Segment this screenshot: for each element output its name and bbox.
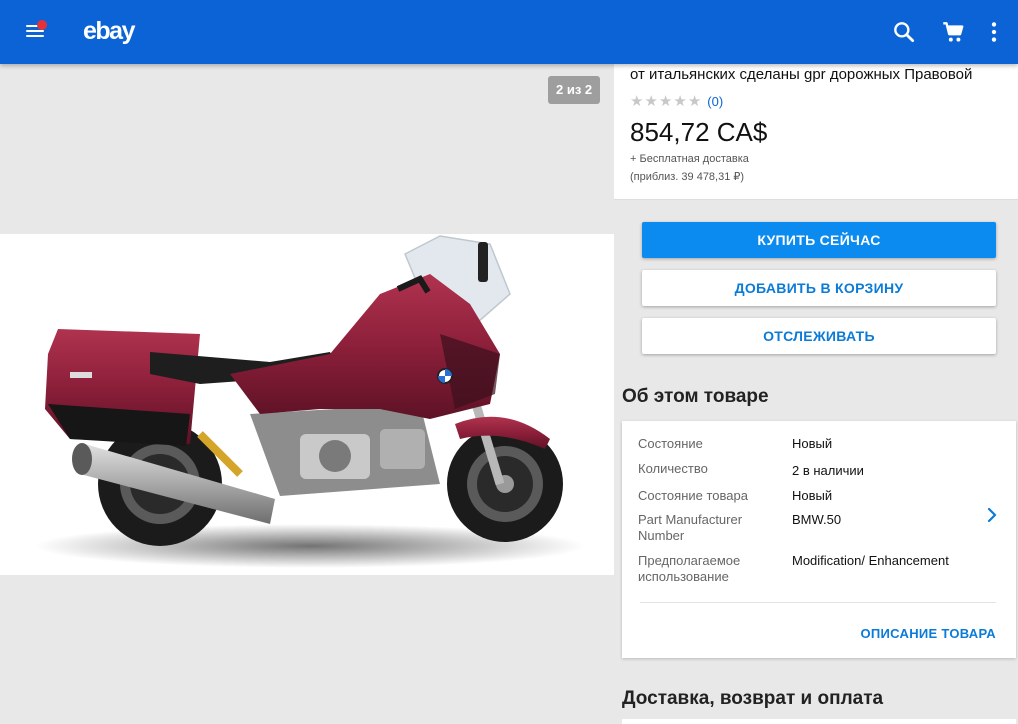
chevron-right-icon[interactable] — [984, 505, 1000, 525]
app-bar: ebay — [0, 0, 1018, 64]
spec-value: Новый — [792, 488, 833, 503]
image-gallery[interactable]: 2 из 2 — [0, 64, 614, 724]
delivery-card[interactable] — [622, 719, 1016, 724]
spec-value: BMW.50 — [792, 512, 842, 527]
spec-label: Part Manufacturer Number — [638, 512, 743, 543]
spec-label: Состояние — [638, 436, 703, 451]
more-vert-icon[interactable] — [981, 19, 1007, 45]
add-to-cart-button[interactable]: ДОБАВИТЬ В КОРЗИНУ — [642, 270, 996, 306]
notification-dot — [37, 20, 47, 30]
price: 854,72 CA$ — [630, 117, 768, 147]
product-image[interactable] — [0, 234, 614, 575]
approx-price: (приблиз. 39 478,31 ₽) — [630, 171, 745, 183]
image-counter: 2 из 2 — [548, 76, 601, 104]
ebay-logo[interactable]: ebay — [83, 17, 135, 46]
spec-value: 2 в наличии — [792, 463, 864, 478]
star-icon: ★ — [687, 93, 702, 110]
spec-value: Modification/ Enhancement — [792, 553, 949, 568]
rating-count[interactable]: (0) — [707, 94, 723, 109]
about-heading: Об этом товаре — [622, 386, 769, 407]
listing-title: от итальянских сделаны gpr дорожных Прав… — [630, 66, 973, 83]
buy-now-button[interactable]: КУПИТЬ СЕЙЧАС — [642, 222, 996, 258]
about-card[interactable]: Состояние Новый Количество 2 в наличии С… — [622, 421, 1016, 658]
spec-label: Предполагаемое использование — [638, 553, 741, 584]
divider — [640, 602, 996, 603]
star-icon: ★ — [658, 93, 673, 110]
item-description-link[interactable]: ОПИСАНИЕ ТОВАРА — [860, 626, 996, 641]
star-icon: ★ — [630, 93, 644, 110]
spec-label: Количество — [638, 461, 708, 476]
star-icon: ★ — [673, 93, 687, 110]
delivery-heading: Доставка, возврат и оплата — [622, 688, 884, 709]
star-icon: ★ — [644, 93, 658, 110]
listing-summary: от итальянских сделаны gpr дорожных Прав… — [614, 64, 1018, 200]
rating[interactable]: ★ ★ ★ ★ ★ (0) — [630, 92, 723, 110]
search-icon[interactable] — [891, 19, 917, 45]
shipping-info: + Бесплатная доставка — [630, 153, 749, 165]
motorcycle-illustration — [35, 235, 585, 568]
cart-icon[interactable] — [940, 19, 966, 45]
menu-button[interactable] — [22, 18, 50, 46]
watch-button[interactable]: ОТСЛЕЖИВАТЬ — [642, 318, 996, 354]
spec-value: Новый — [792, 436, 833, 451]
spec-label: Состояние товара — [638, 488, 748, 503]
